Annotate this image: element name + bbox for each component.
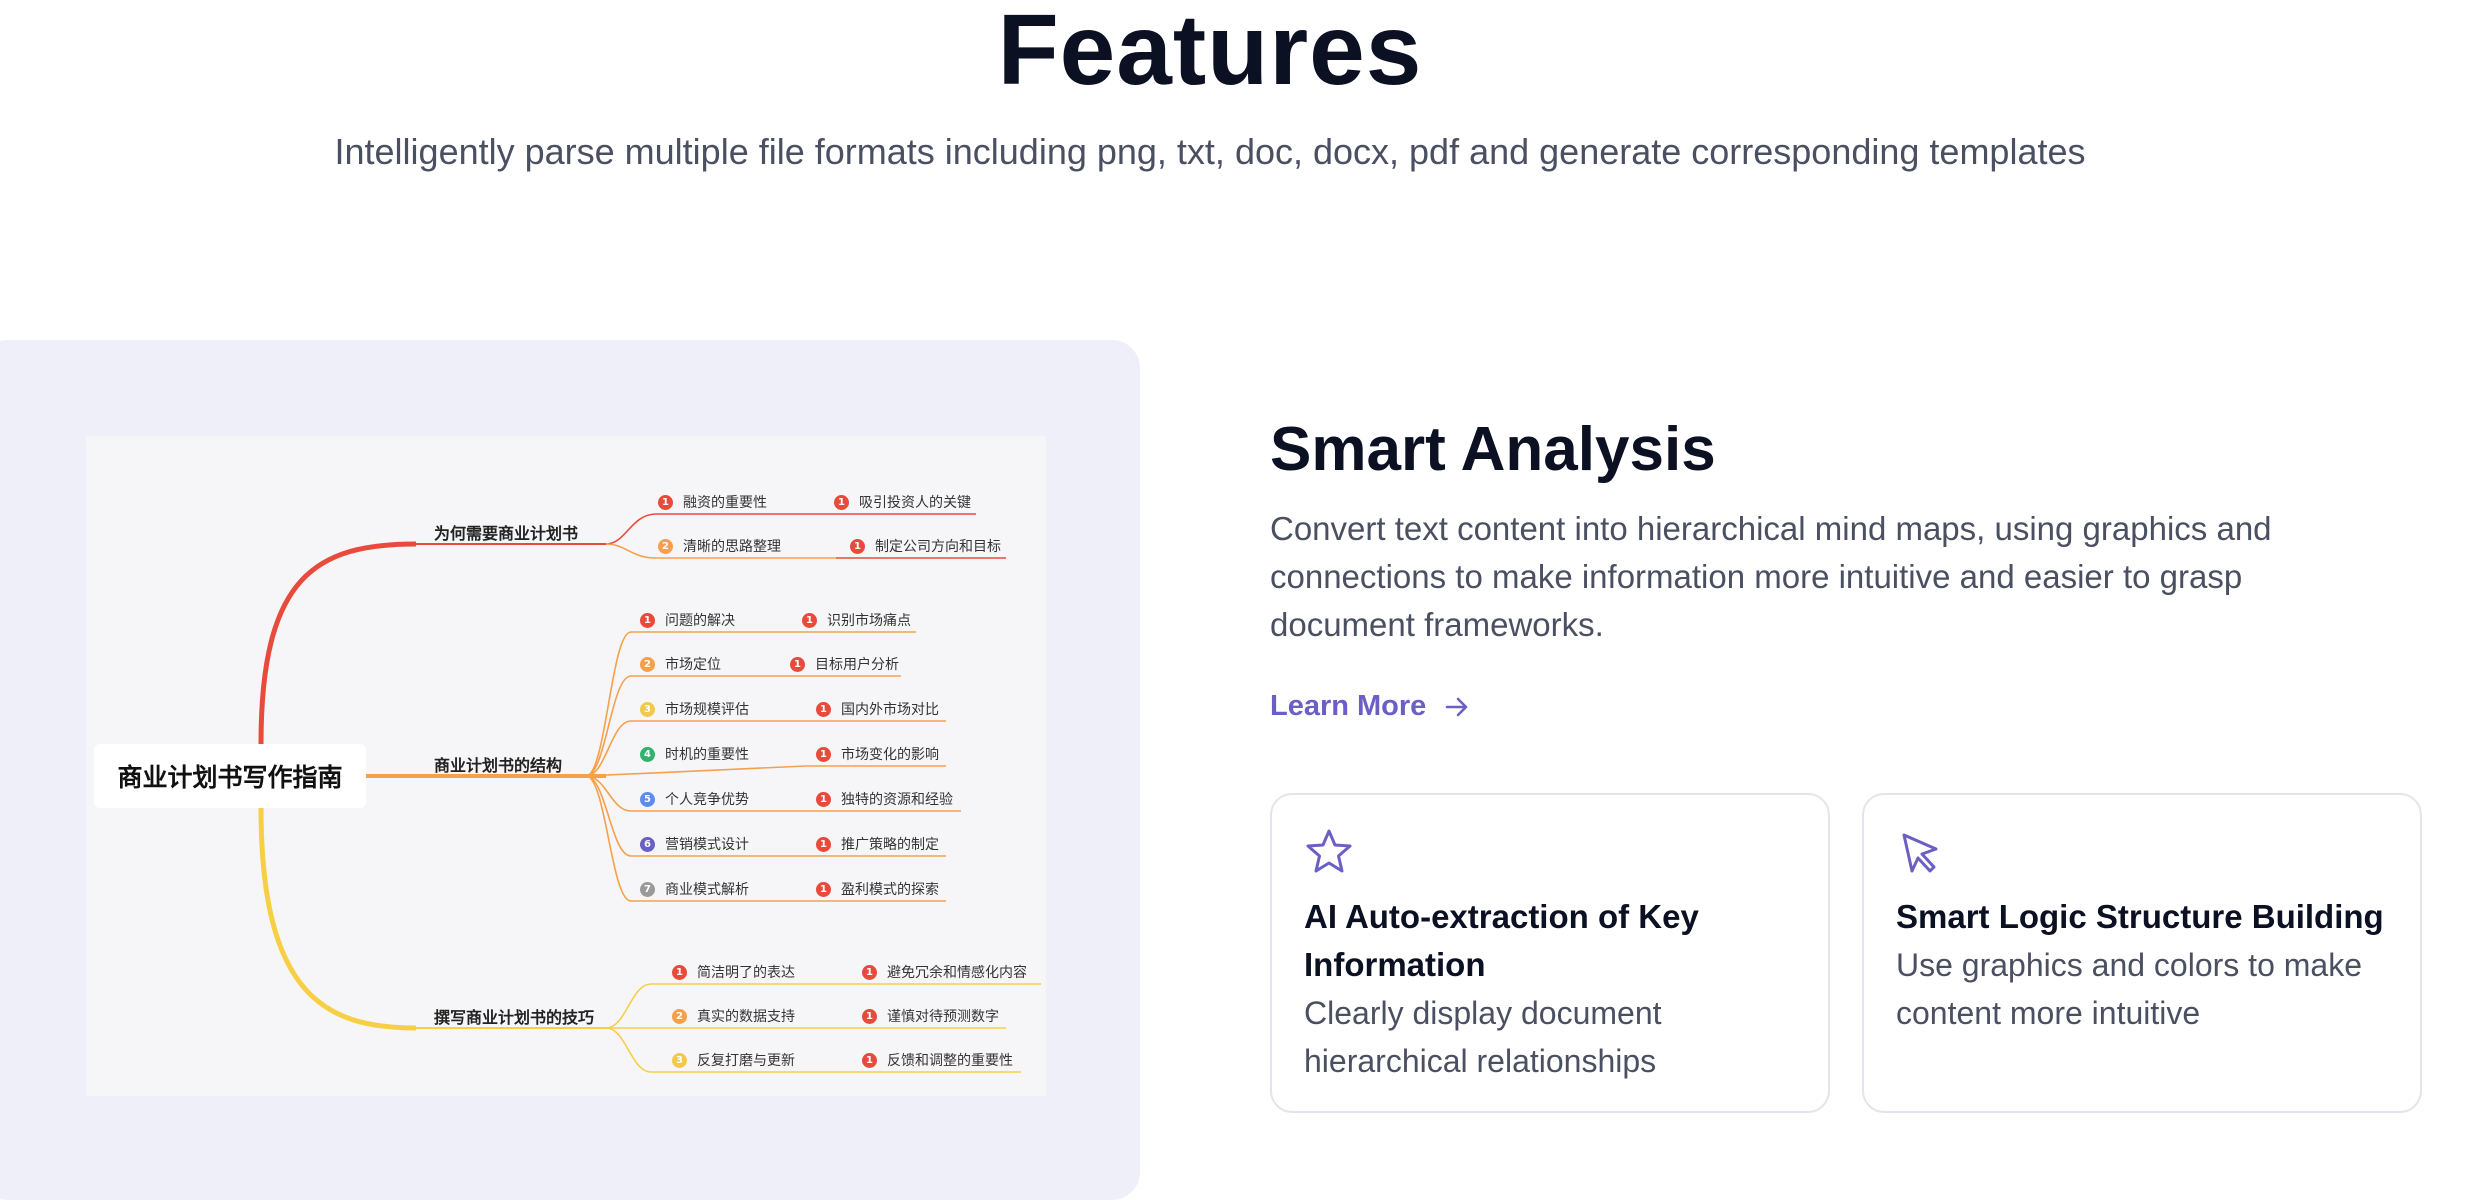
mindmap-node: 3 反复打磨与更新: [672, 1050, 795, 1070]
mindmap-node-label: 问题的解决: [665, 613, 735, 629]
mindmap-node: 1 反馈和调整的重要性: [862, 1050, 1013, 1070]
mindmap-node-label: 简洁明了的表达: [697, 965, 795, 981]
mindmap-node-number: 1: [790, 656, 805, 672]
mindmap-node: 3 市场规模评估: [640, 699, 749, 719]
mindmap-node-label: 营销模式设计: [665, 837, 749, 853]
mindmap-node: 1 问题的解决: [640, 610, 735, 630]
mindmap-node: 1 独特的资源和经验: [816, 789, 953, 809]
mindmap-node: 1 目标用户分析: [790, 654, 899, 674]
mindmap-node-label: 融资的重要性: [683, 495, 767, 511]
feature-title: Smart Analysis: [1270, 415, 1716, 484]
mindmap-node: 2 市场定位: [640, 654, 721, 674]
mindmap-node-number: 1: [672, 964, 687, 980]
mindmap-node-number: 1: [640, 612, 655, 628]
mindmap-node-number: 1: [816, 881, 831, 897]
mindmap-node-label: 市场变化的影响: [841, 747, 939, 763]
mindmap-node-number: 1: [658, 494, 673, 510]
mindmap-node-number: 1: [816, 746, 831, 762]
mindmap-root-node: 商业计划书写作指南: [94, 744, 366, 808]
mindmap-node-number: 4: [640, 746, 655, 762]
mindmap-node: 1 国内外市场对比: [816, 699, 939, 719]
mindmap-node-number: 3: [640, 701, 655, 717]
mindmap-node: 1 推广策略的制定: [816, 834, 939, 854]
mindmap-node-label: 避免冗余和情感化内容: [887, 965, 1027, 981]
mindmap-node-number: 2: [658, 538, 673, 554]
mindmap-node-number: 2: [640, 656, 655, 672]
mindmap-node-number: 7: [640, 881, 655, 897]
mindmap-node-label: 识别市场痛点: [827, 613, 911, 629]
mindmap-node-number: 1: [816, 791, 831, 807]
mindmap-node-number: 1: [850, 538, 865, 554]
star-icon: [1306, 829, 1352, 873]
mindmap-node: 1 简洁明了的表达: [672, 962, 795, 982]
mindmap-node-label: 反复打磨与更新: [697, 1053, 795, 1069]
mindmap-node: 1 制定公司方向和目标: [850, 536, 1001, 556]
mindmap-node-label: 商业模式解析: [665, 882, 749, 898]
card-description: Use graphics and colors to make content …: [1896, 947, 2362, 1031]
learn-more-label: Learn More: [1270, 690, 1427, 722]
mindmap-node: 6 营销模式设计: [640, 834, 749, 854]
mindmap-node-label: 独特的资源和经验: [841, 792, 953, 808]
mindmap-node-number: 1: [862, 1052, 877, 1068]
mindmap-node-label: 谨慎对待预测数字: [887, 1009, 999, 1025]
page-title: Features: [997, 0, 1423, 106]
mindmap-node: 1 谨慎对待预测数字: [862, 1006, 999, 1026]
mindmap-node-label: 个人竞争优势: [665, 792, 749, 808]
mindmap-node: 4 时机的重要性: [640, 744, 749, 764]
mindmap-node-number: 1: [834, 494, 849, 510]
card-title: AI Auto-extraction of Key Information: [1304, 898, 1699, 983]
mindmap-branch-label: 商业计划书的结构: [434, 756, 563, 775]
mindmap-node-label: 盈利模式的探索: [841, 882, 939, 898]
mindmap-node-number: 1: [862, 1008, 877, 1024]
mindmap-node-number: 5: [640, 791, 655, 807]
mindmap-node: 1 市场变化的影响: [816, 744, 939, 764]
mindmap-node: 1 吸引投资人的关键: [834, 492, 971, 512]
mindmap-node: 5 个人竞争优势: [640, 789, 749, 809]
card-title: Smart Logic Structure Building: [1896, 898, 2384, 935]
mindmap-node: 2 清晰的思路整理: [658, 536, 781, 556]
mindmap-node: 2 真实的数据支持: [672, 1006, 795, 1026]
mindmap-node-number: 1: [816, 701, 831, 717]
mindmap-node: 1 避免冗余和情感化内容: [862, 962, 1027, 982]
mindmap-node-number: 3: [672, 1052, 687, 1068]
mindmap-node: 7 商业模式解析: [640, 879, 749, 899]
mindmap-node-label: 制定公司方向和目标: [875, 539, 1001, 555]
mindmap-node-number: 2: [672, 1008, 687, 1024]
mindmap-node-number: 1: [802, 612, 817, 628]
mindmap-node-number: 1: [862, 964, 877, 980]
mindmap-branch-label: 为何需要商业计划书: [434, 524, 579, 543]
mindmap-node: 1 盈利模式的探索: [816, 879, 939, 899]
page-subtitle: Intelligently parse multiple file format…: [334, 131, 2086, 172]
mindmap-preview-image: 商业计划书写作指南 为何需要商业计划书 商业计划书的结构 撰写商业计划书的技巧 …: [86, 436, 1046, 1096]
learn-more-link[interactable]: Learn More: [1270, 690, 1470, 723]
mindmap-node-label: 反馈和调整的重要性: [887, 1053, 1013, 1069]
mindmap-node: 1 识别市场痛点: [802, 610, 911, 630]
feature-card-logic-structure: Smart Logic Structure Building Use graph…: [1862, 793, 2422, 1113]
mindmap-node-label: 市场规模评估: [665, 702, 749, 718]
mindmap-node-label: 市场定位: [665, 657, 721, 673]
mindmap-node-label: 国内外市场对比: [841, 702, 939, 718]
mindmap-node: 1 融资的重要性: [658, 492, 767, 512]
mindmap-node-number: 1: [816, 836, 831, 852]
mindmap-node-number: 6: [640, 836, 655, 852]
mindmap-node-label: 清晰的思路整理: [683, 539, 781, 555]
card-description: Clearly display document hierarchical re…: [1304, 995, 1662, 1079]
mindmap-branch-label: 撰写商业计划书的技巧: [434, 1008, 595, 1027]
feature-description: Convert text content into hierarchical m…: [1270, 510, 2272, 643]
mindmap-node-label: 时机的重要性: [665, 747, 749, 763]
arrow-right-icon: [1446, 697, 1468, 716]
feature-card-key-info: AI Auto-extraction of Key Information Cl…: [1270, 793, 1830, 1113]
mindmap-node-label: 目标用户分析: [815, 657, 899, 673]
mindmap-node-label: 真实的数据支持: [697, 1009, 795, 1025]
cursor-arrow-icon: [1902, 833, 1938, 873]
mindmap-node-label: 推广策略的制定: [841, 837, 939, 853]
mindmap-node-label: 吸引投资人的关键: [859, 495, 971, 511]
